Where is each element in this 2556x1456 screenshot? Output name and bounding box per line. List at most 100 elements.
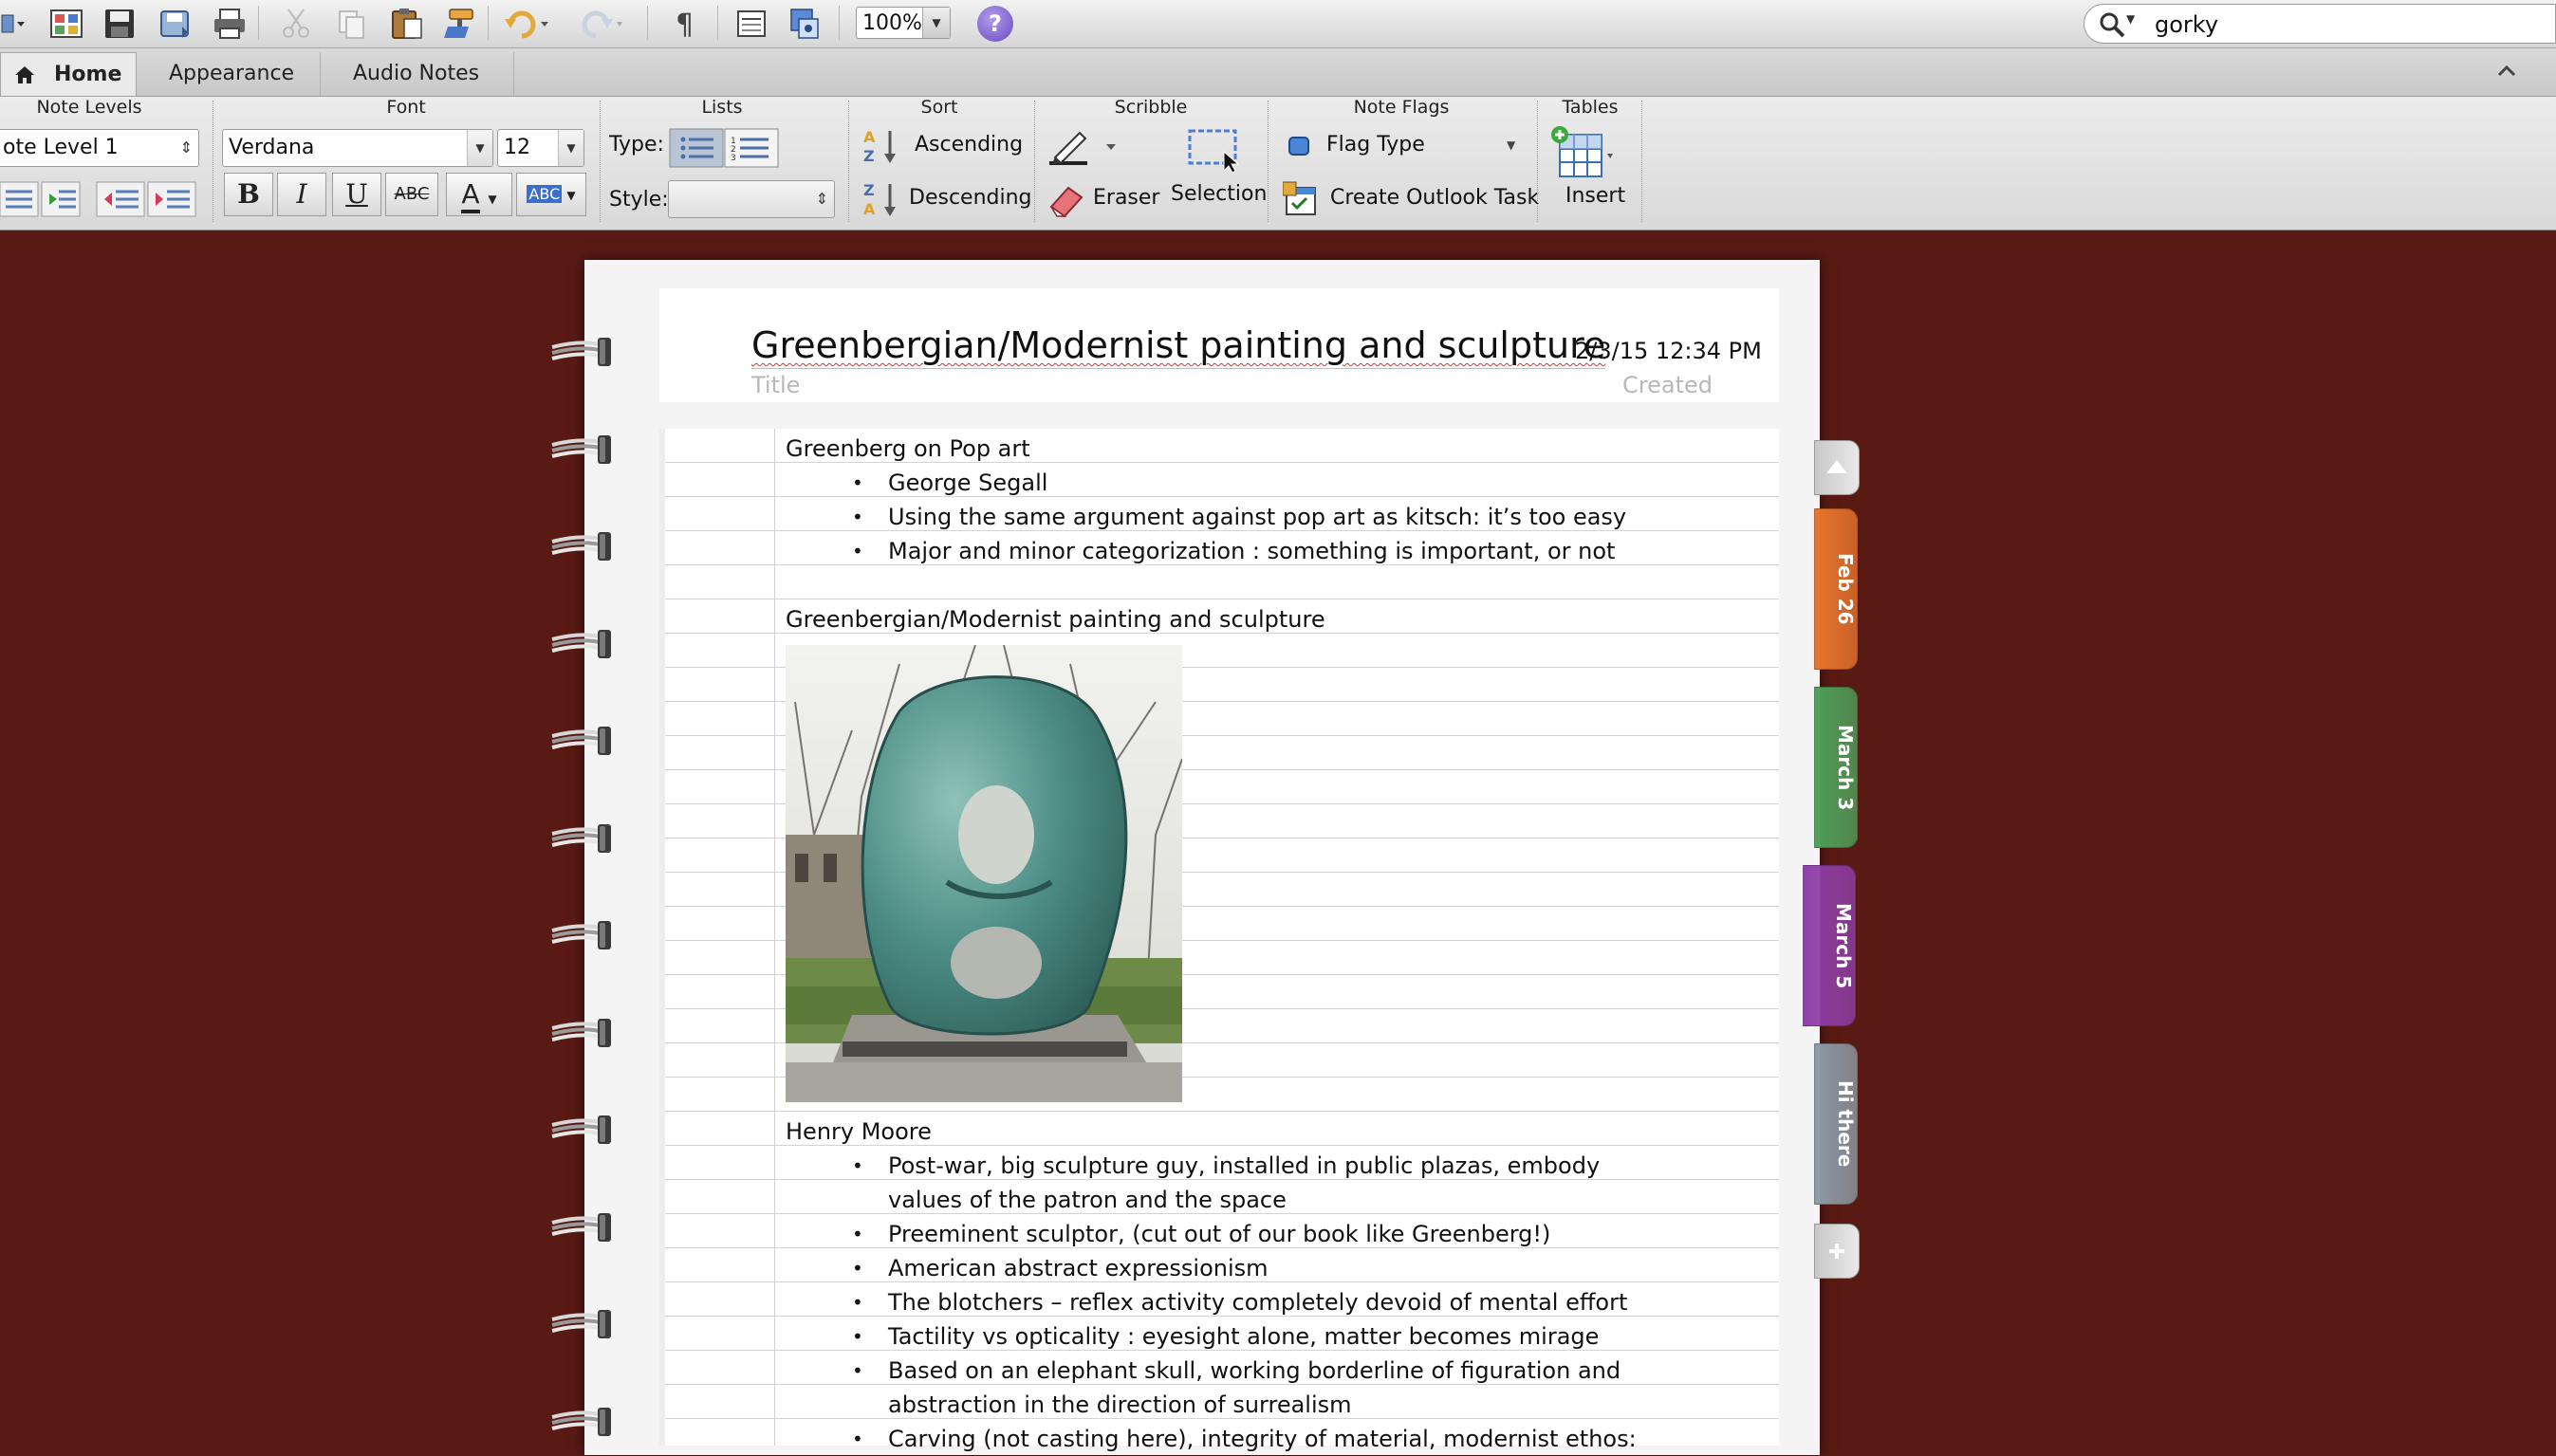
help-icon[interactable]: ? [977, 6, 1013, 42]
italic-button[interactable]: I [277, 173, 326, 216]
list-item[interactable]: George Segall [888, 466, 1047, 500]
outlook-task-icon [1283, 181, 1316, 215]
tab-label: Appearance [169, 62, 295, 85]
chevron-down-icon[interactable]: ▼ [488, 193, 496, 206]
bullet-icon: • [852, 1428, 863, 1450]
eraser-button[interactable]: Eraser [1047, 178, 1161, 220]
search-icon[interactable] [2098, 10, 2126, 39]
spiral-ring-icon [551, 727, 611, 755]
font-family-value: Verdana [229, 136, 315, 159]
svg-text:A: A [863, 200, 876, 218]
font-color-button[interactable]: A ▼ [446, 173, 512, 216]
selection-marquee-icon [1188, 129, 1240, 173]
list-item[interactable]: American abstract expressionism [888, 1251, 1269, 1285]
henry-moore-heading[interactable]: Henry Moore [786, 1115, 932, 1149]
save-as-icon[interactable] [156, 6, 194, 42]
sort-ascending-button[interactable]: AZ Ascending [861, 125, 1032, 167]
section-heading[interactable]: Greenbergian/Modernist painting and scul… [786, 602, 1325, 636]
copy-icon[interactable] [332, 6, 370, 42]
tab-audio-notes[interactable]: Audio Notes [324, 52, 514, 96]
pen-tool-button[interactable] [1047, 125, 1123, 167]
tab-home[interactable]: Home [0, 52, 137, 96]
selection-tool-button[interactable]: Selection [1167, 125, 1267, 224]
add-section-button[interactable] [1814, 1224, 1860, 1279]
scroll-sections-up-button[interactable] [1814, 440, 1860, 495]
flag-type-select[interactable]: Flag Type ▼ [1287, 127, 1529, 167]
list-type-buttons[interactable]: 123 [668, 127, 782, 169]
print-icon[interactable] [211, 6, 249, 42]
list-item-continuation[interactable]: abstraction in the direction of surreali… [888, 1388, 1352, 1422]
spiral-ring-icon [551, 434, 611, 464]
tab-label: Home [54, 63, 122, 86]
cut-icon[interactable] [277, 6, 315, 42]
page-setup-icon[interactable] [732, 6, 770, 42]
media-browser-icon[interactable] [786, 6, 824, 42]
section-tab-feb-26[interactable]: Feb 26 [1814, 508, 1858, 670]
note-title-text: Greenbergian/Modernist painting and scul… [751, 324, 1606, 366]
format-painter-icon[interactable] [440, 6, 478, 42]
list-item[interactable]: Tactility vs opticality : eyesight alone… [888, 1319, 1599, 1354]
svg-text:Z: Z [863, 147, 875, 165]
search-options-chevron-icon[interactable]: ▼ [2126, 12, 2135, 26]
home-icon [15, 66, 34, 83]
section-tab-hi-there[interactable]: Hi there [1814, 1043, 1858, 1205]
promote-demote-buttons[interactable] [0, 180, 83, 218]
pilcrow-icon[interactable]: ¶ [666, 6, 704, 42]
search-input[interactable] [2153, 9, 2546, 41]
list-item[interactable]: Using the same argument against pop art … [888, 500, 1626, 534]
sort-descending-icon: ZA [863, 181, 896, 218]
eraser-icon [1049, 186, 1084, 218]
insert-table-button[interactable]: Insert [1547, 125, 1641, 224]
note-title[interactable]: Greenbergian/Modernist painting and scul… [751, 324, 1606, 369]
list-item[interactable]: Post-war, big sculpture guy, installed i… [888, 1149, 1600, 1183]
outlook-task-label: Create Outlook Task [1330, 186, 1540, 210]
bold-button[interactable]: B [224, 173, 273, 216]
chevron-down-icon[interactable]: ▼ [566, 189, 575, 202]
list-item-continuation[interactable]: values of the patron and the space [888, 1183, 1287, 1217]
highlight-button[interactable]: ABC ▼ [516, 173, 586, 216]
font-family-select[interactable]: Verdana ▼ [222, 129, 493, 167]
collapse-ribbon-icon[interactable] [2495, 60, 2518, 83]
sidebar-menu-icon[interactable] [0, 6, 28, 42]
list-style-select[interactable]: ⇕ [668, 180, 835, 218]
list-item[interactable]: Carving (not casting here), integrity of… [888, 1422, 1637, 1456]
note-level-value: ote Level 1 [3, 136, 119, 159]
undo-icon[interactable] [503, 6, 552, 42]
chevron-down-icon[interactable]: ▼ [467, 130, 492, 166]
sort-descending-button[interactable]: ZA Descending [861, 178, 1032, 220]
underline-button[interactable]: U [332, 173, 381, 216]
spiral-ring-icon [551, 1310, 611, 1338]
tab-appearance[interactable]: Appearance [140, 52, 321, 96]
save-icon[interactable] [101, 6, 139, 42]
tables-group-title: Tables [1562, 97, 1619, 118]
selection-label: Selection [1171, 182, 1268, 206]
redo-icon[interactable] [575, 6, 624, 42]
create-outlook-task-button[interactable]: Create Outlook Task [1283, 178, 1539, 220]
chevron-down-icon[interactable]: ▼ [1507, 138, 1515, 152]
chevron-down-icon[interactable]: ▼ [922, 8, 950, 38]
henry-moore-sculpture-image[interactable] [786, 645, 1182, 1102]
note-level-select[interactable]: ote Level 1 ⇕ [0, 129, 199, 167]
chevron-down-icon[interactable]: ▼ [558, 130, 583, 166]
list-item[interactable]: Major and minor categorization : somethi… [888, 534, 1615, 568]
paste-icon[interactable] [387, 6, 425, 42]
list-item[interactable]: Based on an elephant skull, working bord… [888, 1354, 1621, 1388]
list-item[interactable]: The blotchers – reflex activity complete… [888, 1285, 1627, 1319]
section-tab-march-5[interactable]: March 5 [1803, 865, 1856, 1026]
triangle-up-icon [1826, 460, 1847, 473]
list-item[interactable]: Preeminent sculptor, (cut out of our boo… [888, 1217, 1550, 1251]
spiral-ring-icon [551, 1018, 611, 1047]
font-size-select[interactable]: 12 ▼ [497, 129, 584, 167]
flag-type-label: Flag Type [1326, 133, 1425, 157]
search-field[interactable]: ▼ [2084, 4, 2556, 44]
move-level-buttons[interactable] [95, 180, 199, 218]
note-created-date[interactable]: 2/3/15 12:34 PM [1575, 338, 1762, 364]
font-group-title: Font [386, 97, 426, 118]
bullet-icon: • [852, 1257, 863, 1280]
gallery-icon[interactable] [47, 6, 85, 42]
ribbon-tab-bar: Home Appearance Audio Notes [0, 48, 2556, 97]
section-tab-march-3[interactable]: March 3 [1814, 687, 1858, 848]
note-margin-line [774, 429, 775, 1446]
pop-art-heading[interactable]: Greenberg on Pop art [786, 432, 1030, 466]
strikethrough-button[interactable]: ABC [385, 173, 438, 216]
